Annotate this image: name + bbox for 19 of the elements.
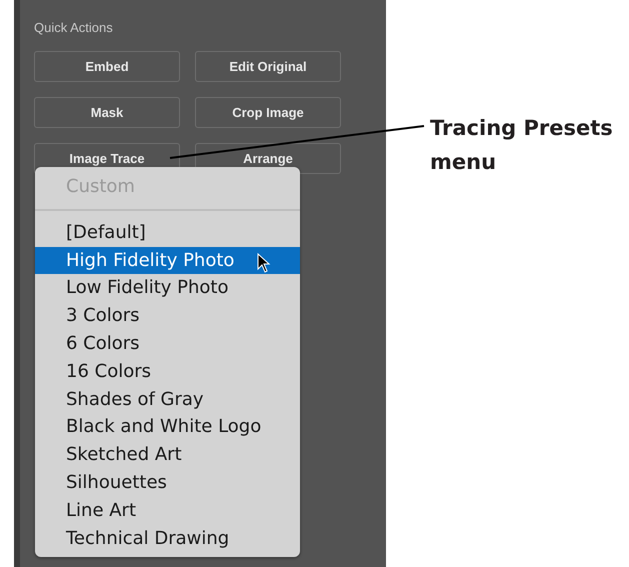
- menu-item[interactable]: Line Art: [35, 496, 300, 525]
- menu-item[interactable]: Sketched Art: [35, 441, 300, 469]
- menu-item[interactable]: Shades of Gray: [35, 386, 300, 414]
- section-title: Quick Actions: [33, 19, 114, 37]
- menu-item[interactable]: Black and White Logo: [35, 413, 300, 442]
- callout-label: Tracing Presets menu: [430, 115, 614, 176]
- action-button[interactable]: Edit Original: [195, 51, 341, 82]
- menu-item[interactable]: Low Fidelity Photo: [35, 274, 300, 302]
- menu-item[interactable]: Silhouettes: [35, 468, 300, 497]
- cursor-icon: [257, 252, 271, 273]
- action-button[interactable]: Embed: [34, 51, 180, 82]
- action-button[interactable]: Crop Image: [195, 97, 341, 128]
- menu-item[interactable]: Technical Drawing: [35, 524, 300, 552]
- menu-item[interactable]: 6 Colors: [35, 330, 300, 358]
- menu-item[interactable]: High Fidelity Photo: [35, 246, 300, 274]
- menu-item[interactable]: [Default]: [35, 218, 300, 247]
- action-button[interactable]: Mask: [34, 97, 180, 128]
- menu-item[interactable]: 3 Colors: [35, 302, 300, 330]
- menu-item[interactable]: 16 Colors: [35, 358, 300, 386]
